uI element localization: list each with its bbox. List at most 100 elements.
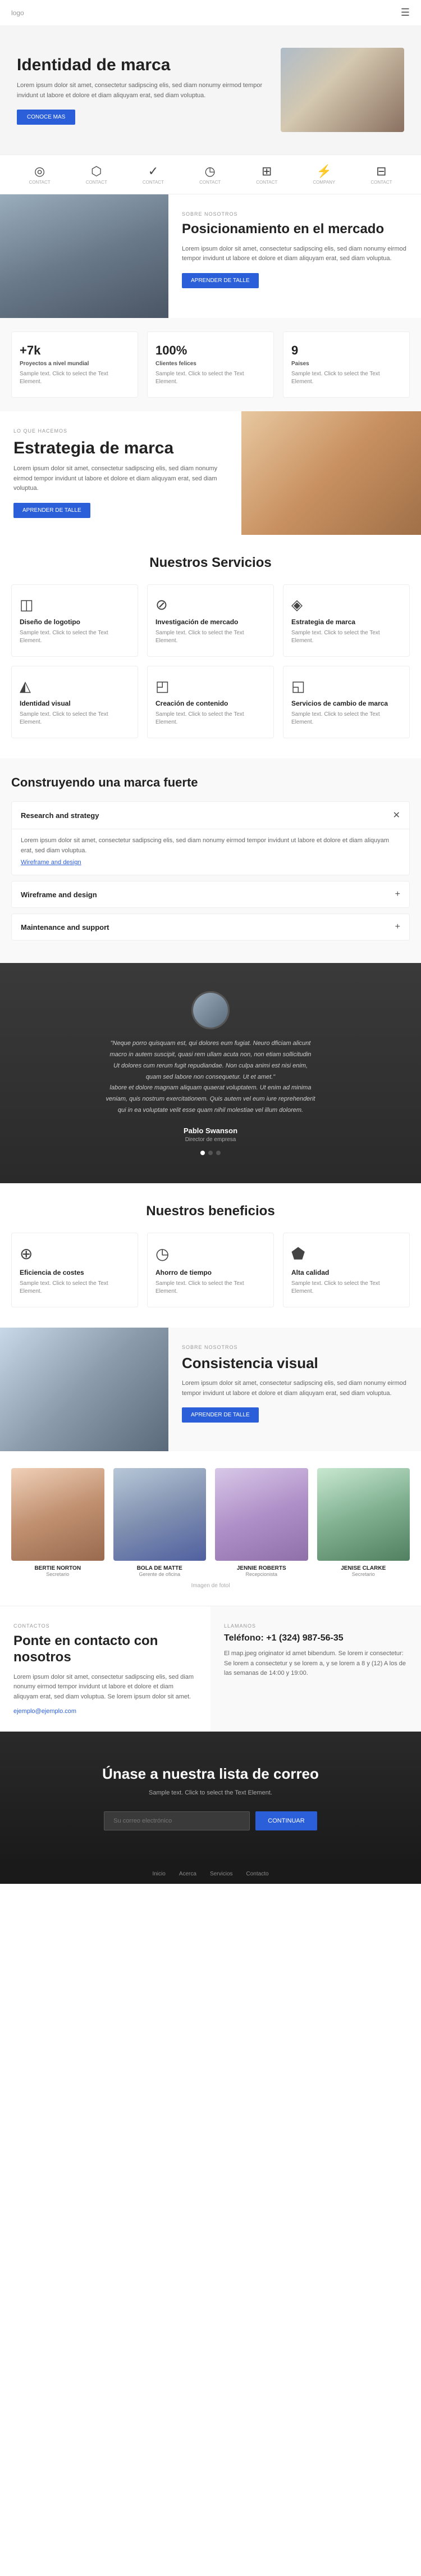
stat-label-1: Proyectos a nivel mundial <box>20 361 130 367</box>
footer-link-4[interactable]: Contacto <box>246 1871 269 1877</box>
stat-desc-3: Sample text. Click to select the Text El… <box>291 370 401 386</box>
strategy-cta-button[interactable]: APRENDER DE TALLE <box>13 503 90 518</box>
hero-text: Identidad de marca Lorem ipsum dolor sit… <box>17 55 267 125</box>
building-section: Construyendo una marca fuerte Research a… <box>0 758 421 963</box>
newsletter-email-input[interactable] <box>104 1811 250 1830</box>
service-desc-6: Sample text. Click to select the Text El… <box>291 711 401 726</box>
icon-label-2: CONTACT <box>86 180 107 185</box>
about-label: SOBRE NOSOTROS <box>182 211 408 217</box>
icon-item-3[interactable]: ✓ CONTACT <box>143 164 164 185</box>
testimonial-quote: "Neque porro quisquam est, qui dolores e… <box>106 1038 315 1116</box>
visual-content: SOBRE NOSOTROS Consistencia visual Lorem… <box>168 1328 421 1451</box>
stat-card-2: 100% Clientes felices Sample text. Click… <box>147 331 274 398</box>
contact-description: Lorem ipsum dolor sit amet, consectetur … <box>13 1673 197 1702</box>
service-card-1: ◫ Diseño de logotipo Sample text. Click … <box>11 584 138 657</box>
icon-label-5: CONTACT <box>256 180 277 185</box>
accordion-item-2: Wireframe and design + <box>11 881 410 908</box>
contact-left: CONTACTOS Ponte en contacto con nosotros… <box>0 1606 210 1731</box>
team-avatar-1 <box>11 1468 104 1561</box>
accordion-item-1: Research and strategy ✕ Lorem ipsum dolo… <box>11 801 410 875</box>
stat-desc-1: Sample text. Click to select the Text El… <box>20 370 130 386</box>
icon-item-7[interactable]: ⊟ CONTACT <box>370 164 392 185</box>
icon-item-2[interactable]: ⬡ CONTACT <box>86 164 107 185</box>
accordion-header-1[interactable]: Research and strategy ✕ <box>12 802 409 829</box>
navigation: logo ☰ <box>0 0 421 25</box>
service-icon-4: ◭ <box>20 678 130 695</box>
about-section: SOBRE NOSOTROS Posicionamiento en el mer… <box>0 194 421 318</box>
accordion-header-3[interactable]: Maintenance and support + <box>12 914 409 940</box>
testimonial-dot-1[interactable] <box>200 1151 205 1155</box>
stat-number-3: 9 <box>291 343 401 358</box>
icon-item-5[interactable]: ⊞ CONTACT <box>256 164 277 185</box>
testimonial-dot-3[interactable] <box>216 1151 221 1155</box>
footer: Inicio Acerca Servicios Contacto <box>0 1864 421 1884</box>
contact-email[interactable]: ejemplo@ejemplo.com <box>13 1708 197 1715</box>
stat-card-1: +7k Proyectos a nivel mundial Sample tex… <box>11 331 138 398</box>
strategy-section: LO QUE HACEMOS Estrategia de marca Lorem… <box>0 411 421 535</box>
service-name-5: Creación de contenido <box>155 699 266 707</box>
benefit-desc-1: Sample text. Click to select the Text El… <box>20 1280 130 1296</box>
benefit-card-2: ◷ Ahorro de tiempo Sample text. Click to… <box>147 1233 274 1307</box>
accordion-plus-icon-3: + <box>395 922 400 932</box>
team-avatar-4 <box>317 1468 410 1561</box>
team-role-3: Recepcionista <box>215 1571 308 1577</box>
accordion-title-1: Research and strategy <box>21 811 99 820</box>
newsletter-description: Sample text. Click to select the Text El… <box>17 1788 404 1798</box>
visual-cta-button[interactable]: APRENDER DE TALLE <box>182 1407 259 1423</box>
footer-link-3[interactable]: Servicios <box>210 1871 233 1877</box>
icon-item-6[interactable]: ⚡ COMPANY <box>313 164 335 185</box>
team-card-4: JENISE CLARKE Secretario <box>317 1468 410 1578</box>
hero-cta-button[interactable]: CONOCE MAS <box>17 110 75 125</box>
hero-title: Identidad de marca <box>17 55 267 75</box>
icon-contact-2: ⬡ <box>86 164 107 179</box>
strategy-content: LO QUE HACEMOS Estrategia de marca Lorem… <box>0 411 241 535</box>
hero-image <box>281 48 404 132</box>
benefit-icon-2: ◷ <box>155 1244 266 1263</box>
icon-item-1[interactable]: ◎ CONTACT <box>29 164 51 185</box>
service-card-6: ◱ Servicios de cambio de marca Sample te… <box>283 666 410 738</box>
service-icon-3: ◈ <box>291 596 401 614</box>
about-cta-button[interactable]: APRENDER DE TALLE <box>182 273 259 288</box>
visual-section: SOBRE NOSOTROS Consistencia visual Lorem… <box>0 1328 421 1451</box>
icon-contact-5: ⊞ <box>256 164 277 179</box>
service-desc-2: Sample text. Click to select the Text El… <box>155 629 266 645</box>
icon-contact-4: ◷ <box>199 164 221 179</box>
testimonial-section: "Neque porro quisquam est, qui dolores e… <box>0 963 421 1183</box>
stat-desc-2: Sample text. Click to select the Text El… <box>155 370 266 386</box>
team-avatar-3 <box>215 1468 308 1561</box>
accordion-close-icon: ✕ <box>393 810 400 821</box>
benefit-name-3: Alta calidad <box>291 1269 401 1276</box>
footer-link-2[interactable]: Acerca <box>179 1871 196 1877</box>
accordion-link-1[interactable]: Wireframe and design <box>21 859 400 866</box>
contact-phone: Teléfono: +1 (324) 987-56-35 <box>224 1633 408 1643</box>
benefit-icon-3: ⬟ <box>291 1244 401 1263</box>
footer-link-1[interactable]: Inicio <box>152 1871 165 1877</box>
testimonial-dot-2[interactable] <box>208 1151 213 1155</box>
about-content: SOBRE NOSOTROS Posicionamiento en el mer… <box>168 194 421 318</box>
icon-item-4[interactable]: ◷ CONTACT <box>199 164 221 185</box>
accordion-plus-icon-2: + <box>395 889 400 899</box>
strategy-image <box>241 411 421 535</box>
icon-label-6: COMPANY <box>313 180 335 185</box>
nav-logo: logo <box>11 9 24 17</box>
about-image <box>0 194 168 318</box>
hero-description: Lorem ipsum dolor sit amet, consectetur … <box>17 81 267 101</box>
newsletter-title: Únase a nuestra lista de correo <box>17 1765 404 1783</box>
accordion-body-1: Lorem ipsum dolor sit amet, consectetur … <box>12 829 409 875</box>
team-card-2: BOLA DE MATTE Gerente de oficina <box>113 1468 207 1578</box>
visual-title: Consistencia visual <box>182 1355 408 1372</box>
icon-company-1: ⚡ <box>313 164 335 179</box>
strategy-label: LO QUE HACEMOS <box>13 428 228 434</box>
strategy-description: Lorem ipsum dolor sit amet, consectetur … <box>13 464 228 494</box>
strategy-title: Estrategia de marca <box>13 438 228 458</box>
contact-title: Ponte en contacto con nosotros <box>13 1633 197 1666</box>
benefit-name-1: Eficiencia de costes <box>20 1269 130 1276</box>
newsletter-submit-button[interactable]: CONTINUAR <box>255 1811 317 1830</box>
team-caption: Imagen de fotol <box>11 1583 410 1589</box>
hero-section: Identidad de marca Lorem ipsum dolor sit… <box>0 25 421 155</box>
service-name-4: Identidad visual <box>20 699 130 707</box>
accordion-header-2[interactable]: Wireframe and design + <box>12 882 409 907</box>
hamburger-icon[interactable]: ☰ <box>401 7 410 19</box>
services-grid: ◫ Diseño de logotipo Sample text. Click … <box>11 584 410 738</box>
team-role-2: Gerente de oficina <box>113 1571 207 1577</box>
